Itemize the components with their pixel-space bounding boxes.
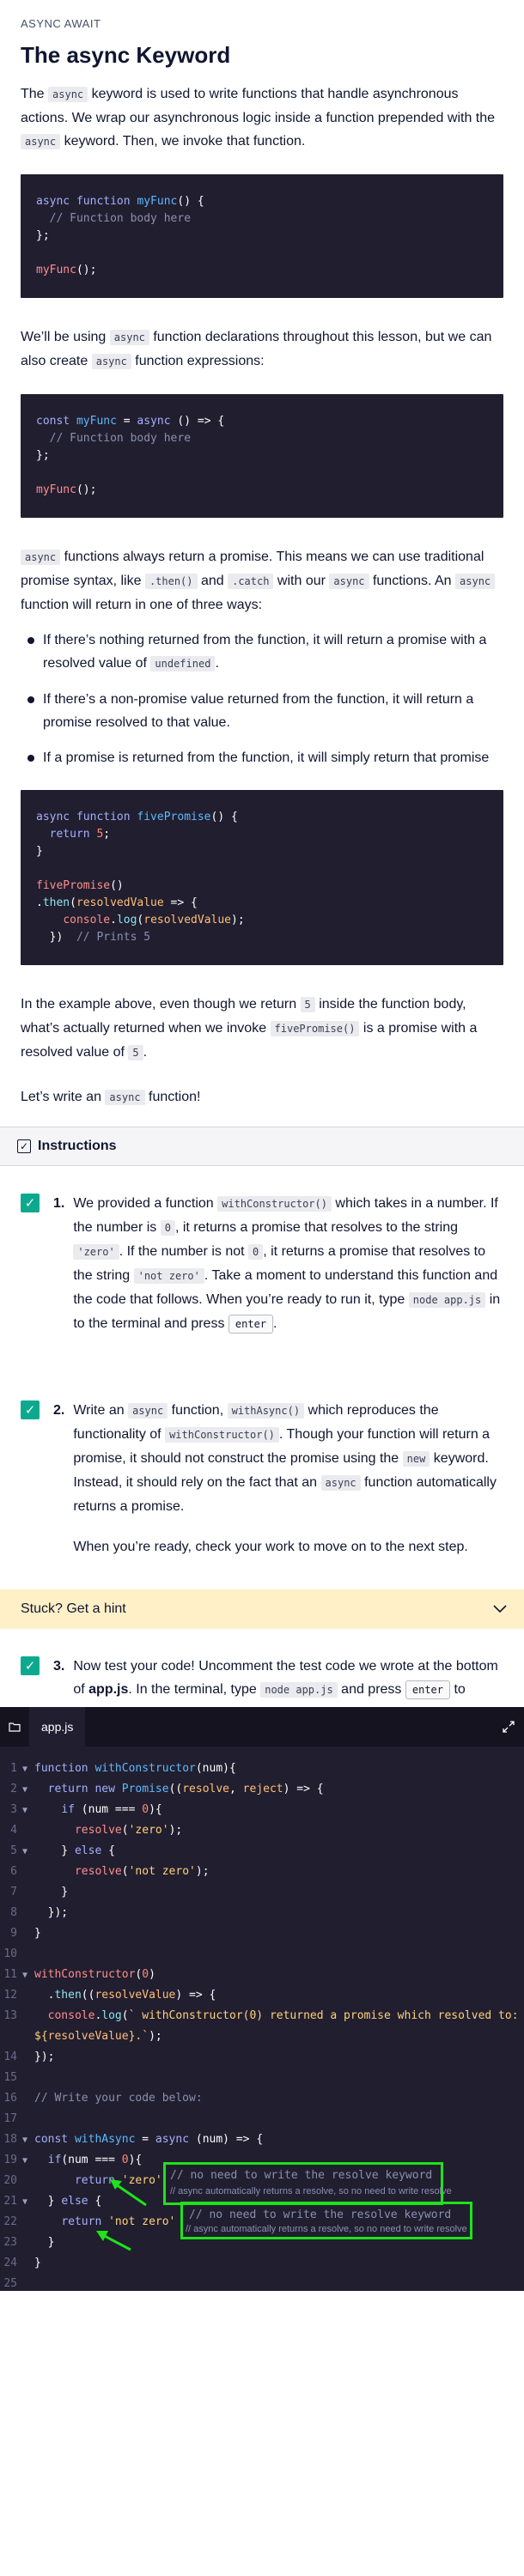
task-number: 2. (53, 1403, 65, 1418)
lesson-content: ASYNC AWAIT The async Keyword The async … (0, 0, 524, 1109)
code-editor[interactable]: app.js 1 ▼ function withConstructor(num){ … (0, 1707, 524, 2291)
task-complete-checkbox[interactable]: ✓ (21, 1194, 40, 1212)
task-body: Write an async function, withAsync() whi… (73, 1399, 503, 1558)
folder-icon[interactable] (9, 1722, 21, 1732)
annotation-note: // async automatically returns a resolve… (170, 2186, 452, 2196)
task-2: ✓ 2. Write an async function, withAsync(… (0, 1399, 524, 1558)
editor-code[interactable]: 1 ▼ function withConstructor(num){ 2 ▼ retu… (0, 1747, 524, 2290)
annotation-note: // async automatically returns a resolve… (186, 2224, 467, 2234)
annotation-arrow (110, 2179, 147, 2207)
task-body: We provided a function withConstructor()… (73, 1192, 503, 1335)
editor-tab-bar: app.js (0, 1707, 524, 1747)
task-complete-checkbox[interactable]: ✓ (21, 1400, 40, 1419)
annotation-comment: // no need to write the resolve keyword (170, 2169, 433, 2182)
paragraph-intro: The async keyword is used to write funct… (21, 87, 496, 149)
return-cases-list: If there’s nothing returned from the fun… (21, 629, 503, 769)
lesson-title: The async Keyword (21, 42, 231, 68)
list-item: If there’s a non-promise value returned … (21, 688, 503, 734)
enter-key: enter (405, 1680, 450, 1699)
code-example-five-promise: async function fivePromise() { return 5;… (21, 790, 503, 965)
annotation-comment: // no need to write the resolve keyword (189, 2208, 452, 2221)
annotation-arrow (96, 2231, 131, 2251)
task-followup: When you’re ready, check your work to mo… (73, 1540, 468, 1554)
checklist-icon: ✓ (17, 1139, 31, 1153)
enter-key: enter (228, 1315, 274, 1334)
code-example-expression: const myFunc = async () => { // Function… (21, 394, 503, 518)
instructions-header[interactable]: ✓ Instructions (0, 1127, 524, 1166)
expand-icon[interactable] (502, 1720, 515, 1734)
code-example-declaration: async function myFunc() { // Function bo… (21, 174, 503, 298)
list-item: If a promise is returned from the functi… (21, 746, 503, 769)
list-item: If there’s nothing returned from the fun… (21, 629, 503, 676)
hint-label: Stuck? Get a hint (21, 1601, 126, 1616)
tab-label: app.js (41, 1720, 74, 1734)
paragraph-cta: Let’s write an async function! (21, 1090, 201, 1105)
task-number: 1. (53, 1196, 65, 1211)
tab-app-js[interactable]: app.js (29, 1707, 86, 1747)
task-1: ✓ 1. We provided a function withConstruc… (0, 1192, 524, 1335)
instructions-title: Instructions (38, 1139, 117, 1153)
paragraph-expressions: We’ll be using async function declaratio… (21, 330, 492, 369)
lesson-eyebrow: ASYNC AWAIT (21, 17, 101, 30)
task-complete-checkbox[interactable]: ✓ (21, 1656, 40, 1675)
hint-toggle[interactable]: Stuck? Get a hint (0, 1589, 524, 1629)
chevron-down-icon (493, 1605, 507, 1613)
paragraph-returns: async functions always return a promise.… (21, 545, 503, 617)
paragraph-explanation: In the example above, even though we ret… (21, 997, 478, 1060)
